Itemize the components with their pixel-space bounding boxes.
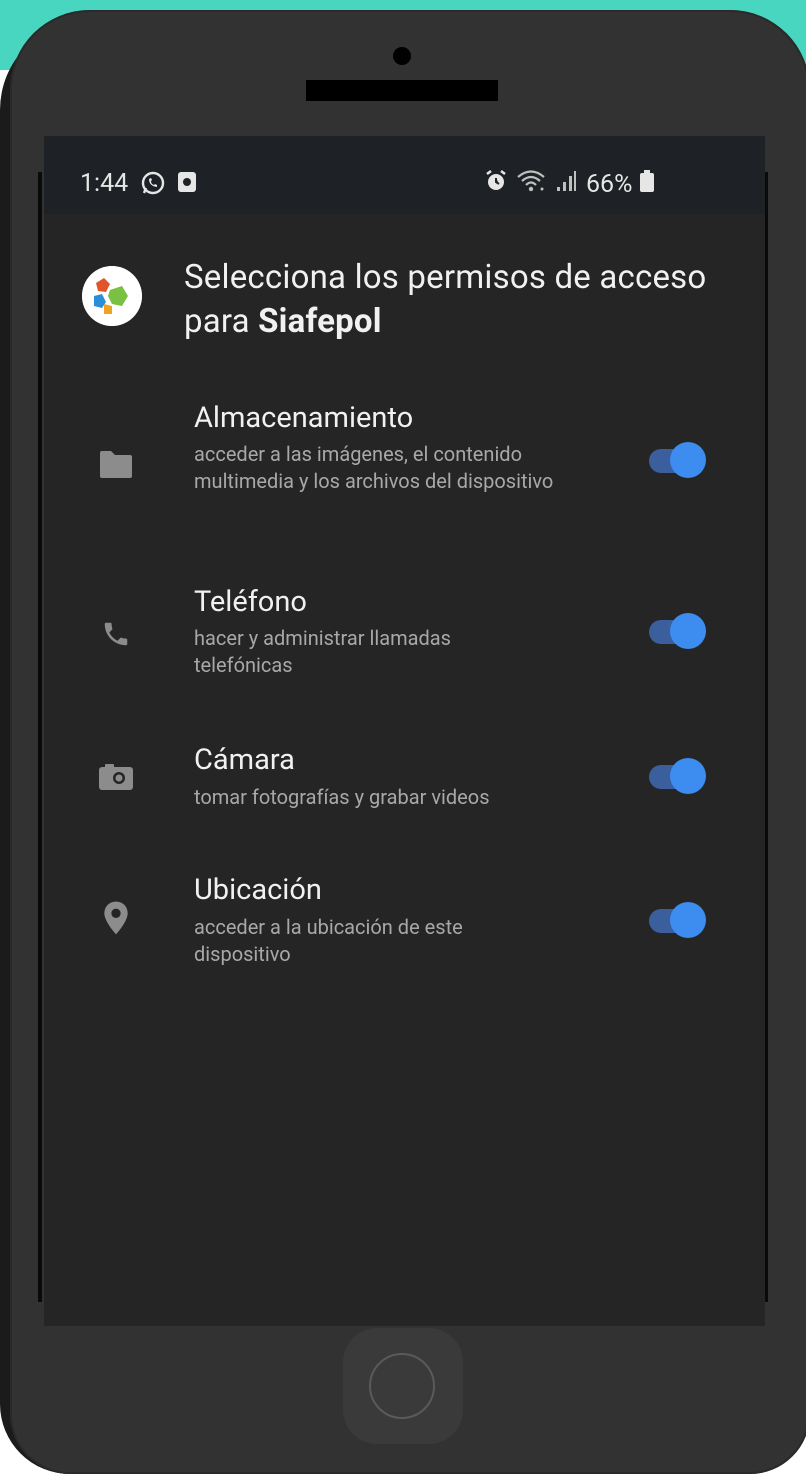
toggle-knob [670, 758, 706, 794]
toggle-knob [670, 442, 706, 478]
status-time: 1:44 [80, 169, 129, 198]
signal-icon [554, 169, 578, 200]
permission-description: acceder a las imágenes, el contenido mul… [194, 442, 554, 493]
home-button-ring [369, 1353, 435, 1419]
toggle-almacenamiento[interactable] [649, 440, 707, 480]
earpiece-speaker [306, 80, 498, 101]
camera-icon [96, 757, 136, 797]
folder-icon [96, 444, 136, 484]
permission-description: tomar fotografías y grabar videos [194, 785, 490, 809]
toggle-knob [670, 613, 706, 649]
location-icon [96, 898, 136, 938]
alarm-icon [484, 169, 508, 200]
screen-edge [38, 172, 42, 1302]
home-button[interactable] [343, 1328, 463, 1444]
battery-icon [640, 170, 655, 199]
wifi-icon [516, 169, 546, 200]
phone-icon [96, 614, 136, 654]
permission-title: Cámara [194, 743, 295, 777]
toggle-camara[interactable] [649, 756, 707, 796]
status-bar: 1:44 66% [44, 136, 765, 214]
siafepol-app-icon [82, 266, 142, 326]
status-right-group: 66% [484, 169, 655, 200]
toggle-ubicacion[interactable] [649, 900, 707, 940]
media-icon [176, 170, 198, 201]
battery-percent: 66% [586, 170, 633, 199]
toggle-knob [670, 902, 706, 938]
screen-edge [765, 172, 768, 1302]
permission-description: hacer y administrar llamadas telefónicas [194, 626, 451, 677]
whatsapp-icon [140, 170, 166, 203]
page-title: Selecciona los permisos de acceso para S… [184, 256, 744, 344]
permission-description: acceder a la ubicación de este dispositi… [194, 915, 463, 966]
front-camera [393, 47, 411, 65]
toggle-telefono[interactable] [649, 611, 707, 651]
permission-title: Ubicación [194, 873, 322, 907]
app-name: Siafepol [258, 302, 382, 341]
permission-title: Teléfono [194, 585, 307, 619]
phone-screen: 1:44 66% Selecciona los permisos de acce… [44, 136, 765, 1326]
permission-title: Almacenamiento [194, 401, 414, 435]
